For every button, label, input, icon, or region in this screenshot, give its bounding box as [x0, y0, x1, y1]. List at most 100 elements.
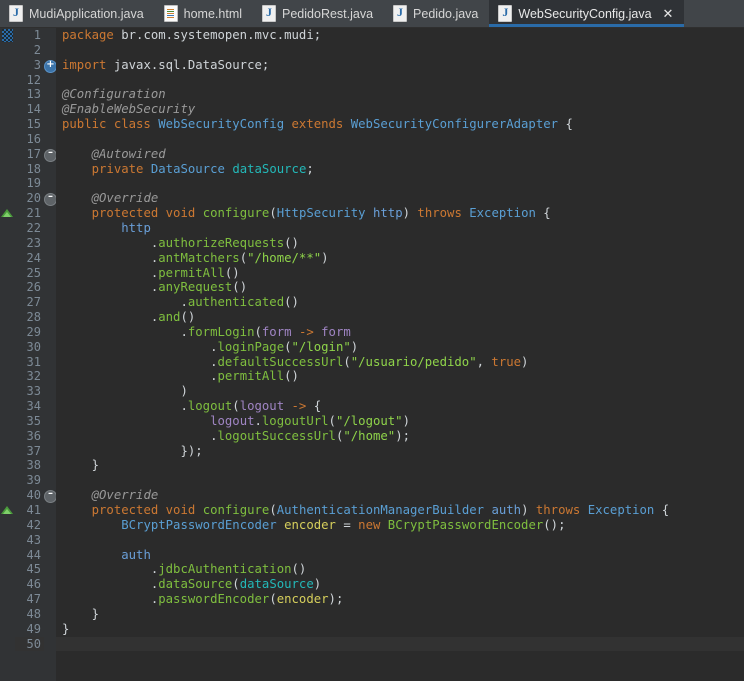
line-number: 42: [26, 517, 41, 532]
line-number: 39: [26, 473, 41, 488]
code-line[interactable]: .authorizeRequests(): [56, 236, 744, 251]
code-folding-column[interactable]: [44, 28, 57, 681]
code-line[interactable]: .loginPage("/login"): [56, 340, 744, 355]
code-line[interactable]: [56, 636, 744, 652]
code-line[interactable]: .antMatchers("/home/**"): [56, 251, 744, 266]
code-line[interactable]: [56, 73, 744, 88]
line-number: 48: [26, 606, 41, 621]
code-line[interactable]: .defaultSuccessUrl("/usuario/pedido", tr…: [56, 355, 744, 370]
line-number: 50: [15, 636, 44, 652]
line-number: 33: [26, 384, 41, 399]
editor-tab-label: home.html: [183, 6, 243, 21]
editor-tab-bar: MudiApplication.java home.html PedidoRest.…: [0, 0, 744, 28]
code-line[interactable]: import javax.sql.DataSource;: [56, 58, 744, 73]
code-line[interactable]: .anyRequest(): [56, 280, 744, 295]
java-file-icon: [9, 5, 23, 22]
line-number: 22: [26, 220, 41, 235]
code-line[interactable]: }: [56, 622, 744, 637]
line-number: 2: [33, 42, 41, 57]
override-method-marker-icon[interactable]: [1, 209, 13, 218]
code-line[interactable]: @Configuration: [56, 87, 744, 102]
editor-tab-home-html[interactable]: home.html: [155, 0, 253, 27]
code-line[interactable]: }: [56, 458, 744, 473]
editor-tab-label: Pedido.java: [413, 6, 479, 21]
line-number: 46: [26, 577, 41, 592]
line-number: 18: [26, 161, 41, 176]
line-number: 1: [33, 28, 41, 42]
code-line[interactable]: .authenticated(): [56, 295, 744, 310]
editor-tab-label: WebSecurityConfig.java: [518, 6, 652, 21]
code-line[interactable]: .logoutSuccessUrl("/home");: [56, 429, 744, 444]
code-line[interactable]: private DataSource dataSource;: [56, 162, 744, 177]
editor-tab-websecurityconfig-java[interactable]: WebSecurityConfig.java ✕: [489, 0, 685, 27]
line-number-gutter: 1 2 3 12 13 14 15 16 17 18 19 20 21 22 23 24 25 26 27 28 29 3…: [15, 28, 44, 681]
line-number: 14: [26, 102, 41, 117]
code-line[interactable]: .and(): [56, 310, 744, 325]
editor-tab-pedidorest-java[interactable]: PedidoRest.java: [253, 0, 384, 27]
java-file-icon: [393, 5, 408, 22]
code-line[interactable]: protected void configure(AuthenticationM…: [56, 503, 744, 518]
line-number: 24: [26, 250, 41, 265]
annotation-ruler[interactable]: [0, 28, 15, 681]
line-number: 23: [26, 235, 41, 250]
code-line[interactable]: [56, 473, 744, 488]
code-line[interactable]: protected void configure(HttpSecurity ht…: [56, 206, 744, 221]
line-number: 40: [26, 488, 41, 503]
line-number: 19: [26, 176, 41, 191]
code-line[interactable]: .dataSource(dataSource): [56, 577, 744, 592]
code-line[interactable]: @Override: [56, 191, 744, 206]
code-editor[interactable]: 1 2 3 12 13 14 15 16 17 18 19 20 21 22 23 24 25 26 27 28 29 3…: [0, 28, 744, 681]
code-line[interactable]: logout.logoutUrl("/logout"): [56, 414, 744, 429]
line-number: 41: [26, 503, 41, 517]
line-number: 49: [26, 621, 41, 636]
code-line[interactable]: public class WebSecurityConfig extends W…: [56, 117, 744, 132]
code-line[interactable]: BCryptPasswordEncoder encoder = new BCry…: [56, 518, 744, 533]
code-line[interactable]: .logout(logout -> {: [56, 399, 744, 414]
line-number: 20: [26, 191, 41, 206]
line-number: 34: [26, 399, 41, 414]
line-number: 38: [26, 458, 41, 473]
code-line[interactable]: @Override: [56, 488, 744, 503]
code-line[interactable]: auth: [56, 548, 744, 563]
line-number: 31: [26, 354, 41, 369]
line-number: 37: [26, 443, 41, 458]
line-number: 16: [26, 131, 41, 146]
code-line[interactable]: [56, 43, 744, 58]
editor-tab-mudiapplication-java[interactable]: MudiApplication.java: [0, 0, 155, 27]
code-line[interactable]: @EnableWebSecurity: [56, 102, 744, 117]
code-line[interactable]: });: [56, 444, 744, 459]
code-line[interactable]: .permitAll(): [56, 266, 744, 281]
line-number: 25: [26, 265, 41, 280]
code-line[interactable]: [56, 176, 744, 191]
line-number: 28: [26, 310, 41, 325]
code-line[interactable]: .formLogin(form -> form: [56, 325, 744, 340]
code-line[interactable]: @Autowired: [56, 147, 744, 162]
line-number: 12: [26, 72, 41, 87]
line-number: 35: [26, 413, 41, 428]
line-number: 30: [26, 339, 41, 354]
ide-window: MudiApplication.java home.html PedidoRest.…: [0, 0, 744, 681]
code-line[interactable]: .jdbcAuthentication(): [56, 562, 744, 577]
code-line[interactable]: }: [56, 607, 744, 622]
java-file-icon: [262, 5, 277, 22]
line-number: 21: [26, 206, 41, 221]
close-icon[interactable]: ✕: [663, 7, 674, 20]
editor-tab-pedido-java[interactable]: Pedido.java: [384, 0, 489, 27]
code-line[interactable]: package br.com.systemopen.mvc.mudi;: [56, 28, 744, 43]
line-number: 17: [26, 146, 41, 161]
line-number: 45: [26, 562, 41, 577]
code-line[interactable]: [56, 132, 744, 147]
code-line[interactable]: .permitAll(): [56, 369, 744, 384]
editor-tab-label: PedidoRest.java: [282, 6, 374, 21]
line-number: 47: [26, 592, 41, 607]
code-line[interactable]: ): [56, 384, 744, 399]
editor-tab-label: MudiApplication.java: [29, 6, 144, 21]
html-file-icon: [163, 5, 178, 22]
code-line[interactable]: .passwordEncoder(encoder);: [56, 592, 744, 607]
code-text-area[interactable]: package br.com.systemopen.mvc.mudi; impo…: [56, 28, 744, 681]
code-line[interactable]: [56, 533, 744, 548]
code-line[interactable]: http: [56, 221, 744, 236]
override-method-marker-icon[interactable]: [1, 506, 13, 515]
line-number: 15: [26, 117, 41, 132]
java-file-icon: [498, 5, 513, 22]
